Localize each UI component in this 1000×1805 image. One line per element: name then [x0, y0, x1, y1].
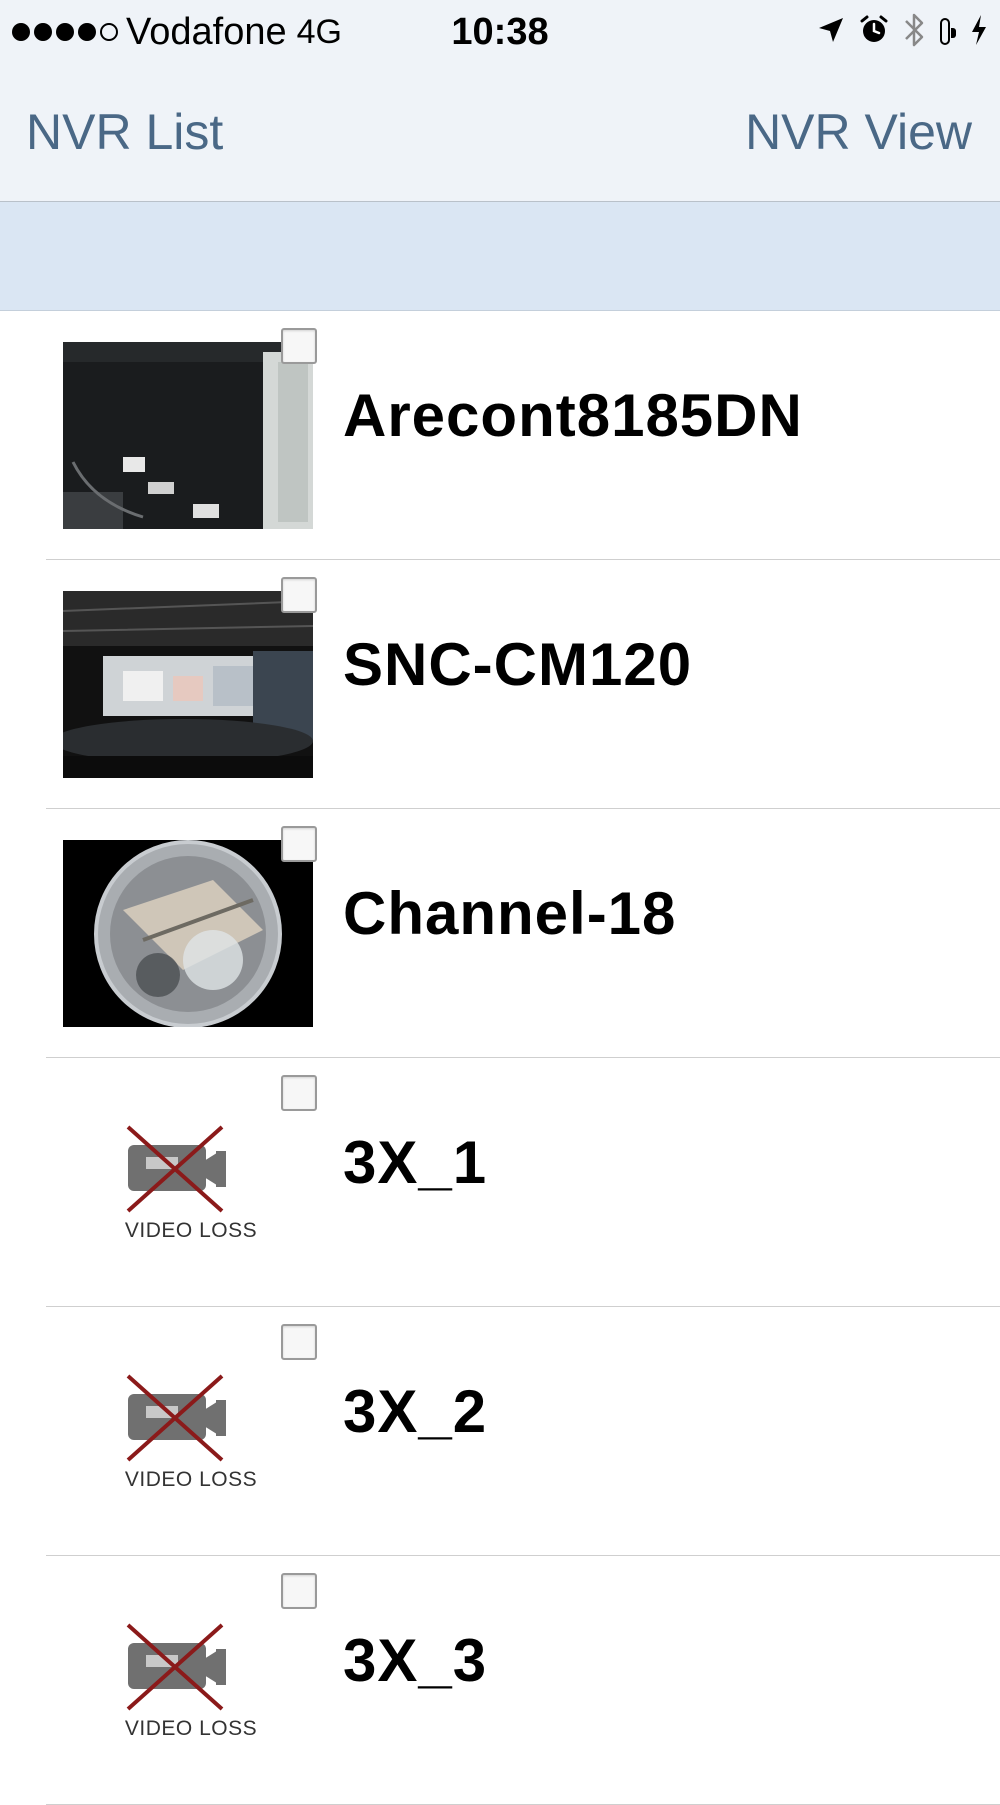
status-bar: Vodafone 4G 10:38 [0, 0, 1000, 64]
camera-name: Channel-18 [343, 880, 677, 947]
charging-bolt-icon [970, 14, 988, 51]
video-loss-label: VIDEO LOSS [124, 1717, 258, 1740]
camera-thumbnail [63, 591, 313, 778]
camera-name: 3X_2 [343, 1378, 488, 1445]
camera-checkbox[interactable] [281, 577, 317, 613]
video-loss-thumbnail: VIDEO LOSS [116, 1113, 266, 1263]
signal-strength-icon [12, 23, 118, 41]
camera-name: SNC-CM120 [343, 631, 693, 698]
navigation-bar: NVR List NVR View [0, 64, 1000, 202]
camera-row[interactable]: SNC-CM120 [46, 560, 1000, 809]
video-loss-thumbnail: VIDEO LOSS [116, 1362, 266, 1512]
nvr-list-button[interactable]: NVR List [26, 102, 223, 162]
bluetooth-icon [902, 10, 928, 55]
section-header [0, 202, 1000, 311]
video-loss-camera-icon [126, 1125, 226, 1213]
camera-checkbox[interactable] [281, 1573, 317, 1609]
camera-checkbox[interactable] [281, 826, 317, 862]
network-type: 4G [296, 12, 342, 51]
carrier-name: Vodafone [126, 10, 287, 53]
camera-thumbnail [63, 342, 313, 529]
camera-row[interactable]: VIDEO LOSS 3X_3 [46, 1556, 1000, 1805]
camera-checkbox[interactable] [281, 1324, 317, 1360]
camera-row[interactable]: Channel-18 [46, 809, 1000, 1058]
location-arrow-icon [816, 15, 846, 50]
status-right [816, 10, 988, 54]
camera-thumbnail [63, 840, 313, 1027]
camera-list: Arecont8185DN SNC-CM120 Channel-18 VIDEO… [0, 311, 1000, 1805]
camera-row[interactable]: Arecont8185DN [46, 311, 1000, 560]
camera-row[interactable]: VIDEO LOSS 3X_2 [46, 1307, 1000, 1556]
video-loss-thumbnail: VIDEO LOSS [116, 1611, 266, 1761]
camera-checkbox[interactable] [281, 1075, 317, 1111]
camera-name: 3X_3 [343, 1627, 488, 1694]
status-left: Vodafone 4G [12, 10, 342, 54]
camera-row[interactable]: VIDEO LOSS 3X_1 [46, 1058, 1000, 1307]
video-loss-camera-icon [126, 1374, 226, 1462]
camera-name: 3X_1 [343, 1129, 488, 1196]
video-loss-camera-icon [126, 1623, 226, 1711]
nvr-view-button[interactable]: NVR View [745, 102, 972, 162]
camera-checkbox[interactable] [281, 328, 317, 364]
video-loss-label: VIDEO LOSS [124, 1468, 258, 1491]
camera-name: Arecont8185DN [343, 382, 803, 449]
alarm-clock-icon [858, 14, 890, 51]
video-loss-label: VIDEO LOSS [124, 1219, 258, 1242]
battery-icon [940, 18, 956, 45]
